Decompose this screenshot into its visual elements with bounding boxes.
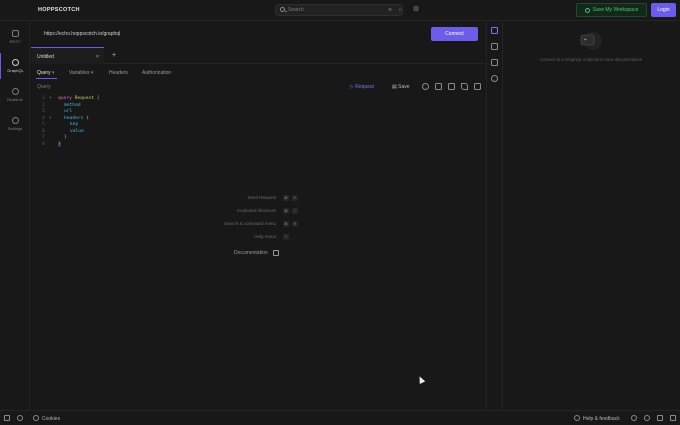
- code-line: }: [58, 141, 61, 147]
- line-number: 5: [42, 122, 45, 127]
- copy-icon[interactable]: [474, 83, 481, 90]
- app-logo[interactable]: HOPPSCOTCH: [38, 7, 80, 13]
- schema-icon[interactable]: [491, 43, 498, 50]
- save-button[interactable]: ▤ Save: [392, 84, 410, 90]
- sidebar: REST GraphQL Realtime Settings: [0, 21, 30, 410]
- tab-query[interactable]: Query ▾: [37, 70, 55, 76]
- layout-icon[interactable]: [657, 415, 663, 421]
- rest-icon: [11, 30, 19, 37]
- help-icon[interactable]: [422, 83, 429, 90]
- help-feedback-button[interactable]: Help & feedback: [583, 416, 620, 422]
- endpoint-url-input[interactable]: https://echo.hoppscotch.io/graphql: [44, 31, 120, 37]
- search-icon: [280, 6, 285, 12]
- kbd-key: ⌘: [283, 207, 289, 214]
- query-section-label: Query: [37, 84, 51, 90]
- line-number: 8: [42, 141, 45, 147]
- theme-icon[interactable]: [17, 415, 23, 421]
- line-number: 6: [42, 128, 45, 134]
- request-label: Request: [355, 84, 374, 90]
- send-request-button[interactable]: ▷ Request: [350, 84, 374, 90]
- hint-search-command: Search & command menu: [223, 221, 276, 226]
- sidebar-item-label: REST: [9, 39, 21, 44]
- book-icon[interactable]: [491, 27, 498, 34]
- sidebar-item-graphql[interactable]: GraphQL: [0, 53, 30, 79]
- history-icon[interactable]: [491, 75, 498, 82]
- kbd-key: ⌘: [283, 194, 289, 201]
- sidebar-item-rest[interactable]: REST: [0, 24, 30, 50]
- external-link-icon: [273, 249, 279, 256]
- keyboard-shortcut-icon[interactable]: [631, 415, 637, 421]
- sidebar-item-settings[interactable]: Settings: [0, 111, 30, 137]
- hint-keyboard-shortcuts: Keyboard shortcuts: [237, 208, 276, 213]
- fold-chevron-icon[interactable]: ▾: [49, 96, 52, 101]
- gear-icon[interactable]: ⚙: [411, 5, 421, 15]
- help-icon: [574, 415, 580, 421]
- code-line: }: [64, 135, 67, 140]
- chevron-down-icon: ▾: [90, 70, 94, 76]
- svg-text:❝: ❝: [584, 38, 587, 44]
- hint-send-request: Send Request: [247, 195, 276, 200]
- line-number: 3: [42, 109, 45, 114]
- settings-icon: [11, 117, 19, 124]
- sidebar-item-label: GraphQL: [7, 68, 24, 73]
- save-label: Save: [398, 84, 410, 90]
- kbd-key: ↵: [292, 194, 298, 201]
- graphql-icon: [12, 59, 19, 66]
- active-tab-indicator: [36, 78, 57, 79]
- sidebar-toggle-icon[interactable]: [4, 415, 10, 421]
- search-placeholder: Search: [288, 7, 304, 13]
- sidebar-item-label: Settings: [7, 126, 23, 131]
- kbd-key: K: [292, 220, 298, 227]
- code-line: key: [70, 122, 79, 127]
- mouse-cursor: [416, 375, 426, 384]
- save-workspace-button[interactable]: Save My Workspace: [576, 3, 647, 17]
- folder-icon[interactable]: [491, 59, 498, 66]
- play-icon: ▷: [350, 84, 354, 90]
- code-line: headers {: [64, 115, 89, 121]
- line-number: 1: [42, 96, 45, 101]
- documentation-illustration: ❝: [578, 30, 604, 52]
- cookies-button[interactable]: Cookies: [42, 416, 60, 422]
- login-button[interactable]: Login: [651, 3, 676, 17]
- sidebar-item-label: Realtime: [7, 97, 23, 102]
- wand-icon[interactable]: [461, 83, 468, 90]
- query-editor[interactable]: 1 2 3 4 5 6 7 8 ▾ ▾ query Request { meth…: [36, 95, 476, 155]
- code-line: query Request {: [58, 96, 100, 101]
- search-shortcut: ⌘ K: [388, 7, 405, 12]
- chevron-down-icon: ▾: [52, 70, 55, 76]
- tab-query-label: Query: [37, 70, 51, 76]
- tab-headers[interactable]: Headers: [109, 70, 128, 76]
- hint-help-menu: Help menu: [254, 234, 276, 239]
- docs-empty-message: Connect to a GraphQL endpoint to view do…: [540, 57, 643, 62]
- save-icon: ▤: [392, 84, 397, 90]
- tab-variables[interactable]: Variables ▾: [69, 70, 93, 76]
- kbd-key: ?: [283, 233, 289, 240]
- code-line: value: [70, 128, 84, 134]
- line-number: 2: [42, 102, 45, 108]
- trash-icon[interactable]: [435, 83, 442, 90]
- save-workspace-label: Save My Workspace: [592, 7, 639, 13]
- cookie-icon: [33, 415, 39, 421]
- kbd-key: /: [292, 207, 298, 214]
- share-icon[interactable]: [644, 415, 650, 421]
- add-tab-button[interactable]: +: [112, 52, 116, 59]
- realtime-icon: [11, 88, 19, 95]
- sidebar-item-realtime[interactable]: Realtime: [0, 82, 30, 108]
- code-line: method: [64, 102, 81, 108]
- tab-variables-label: Variables: [69, 70, 90, 76]
- documentation-link[interactable]: Documentation: [234, 250, 268, 256]
- kbd-key: ⌘: [283, 220, 289, 227]
- fold-chevron-icon[interactable]: ▾: [49, 116, 52, 121]
- code-line: url: [64, 109, 73, 114]
- connect-button[interactable]: Connect: [431, 27, 478, 41]
- close-icon[interactable]: ×: [96, 54, 99, 60]
- tab-title: Untitled: [37, 54, 54, 60]
- tab-authorization[interactable]: Authorization: [142, 70, 171, 76]
- cloud-icon: [584, 7, 590, 13]
- line-number: 7: [42, 135, 45, 140]
- line-number: 4: [42, 115, 45, 121]
- prettify-icon[interactable]: [448, 83, 455, 90]
- columns-icon[interactable]: [670, 415, 676, 421]
